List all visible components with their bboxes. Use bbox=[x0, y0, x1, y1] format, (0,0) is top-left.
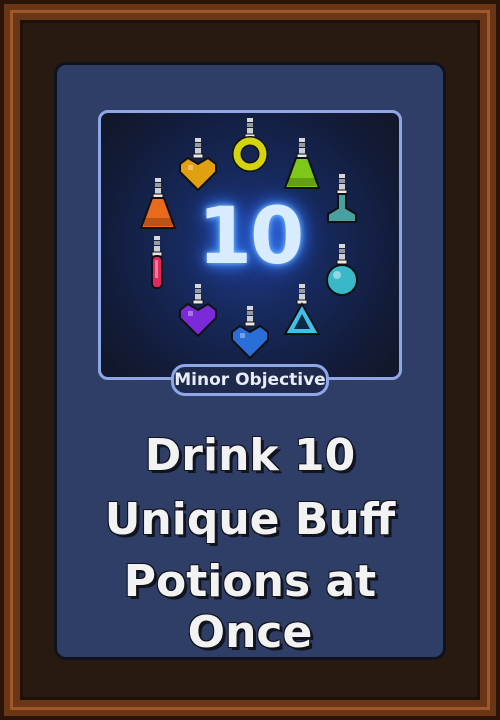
objective-type-badge: Minor Objective bbox=[171, 364, 329, 396]
goal-count: 10 bbox=[197, 192, 305, 282]
objective-title-line-2: Unique Buff bbox=[104, 494, 396, 545]
objective-title-line-1: Drink 10 bbox=[144, 430, 356, 481]
objective-title-line-3: Potions at Once bbox=[123, 556, 377, 658]
